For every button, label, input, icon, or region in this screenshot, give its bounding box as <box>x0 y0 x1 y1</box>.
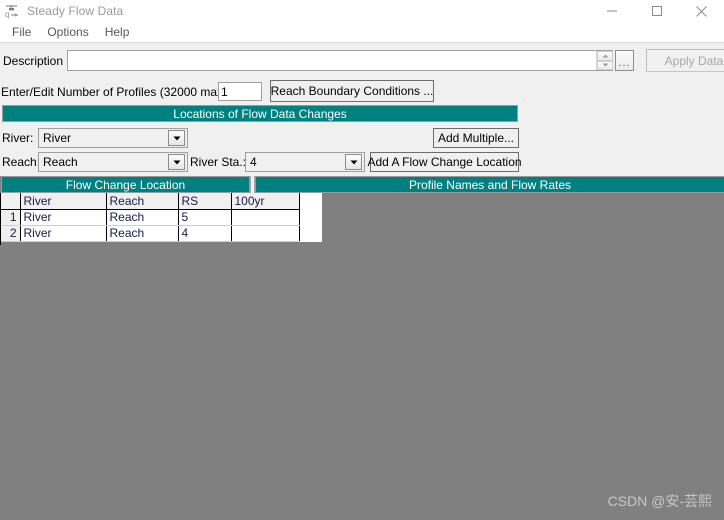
description-spinner[interactable] <box>596 51 613 70</box>
flow-data-grid-area: Flow Change Location Profile Names and F… <box>0 176 724 520</box>
column-header-rs[interactable]: RS <box>178 193 232 210</box>
cell-flow-100yr[interactable] <box>231 225 300 242</box>
flow-change-table: River Reach RS 100yr 1 River Reach 5 2 R… <box>0 193 300 242</box>
client-area: Description : ... Apply Data Enter/Edit … <box>0 42 724 520</box>
cell-rs[interactable]: 4 <box>178 225 232 242</box>
table-corner-cell <box>0 193 21 210</box>
menu-bar: File Options Help <box>0 22 724 42</box>
cell-river[interactable]: River <box>20 225 107 242</box>
river-sta-label: River Sta.: <box>190 155 247 169</box>
cell-river[interactable]: River <box>20 209 107 226</box>
spinner-up-icon[interactable] <box>597 51 613 61</box>
description-input-wrap <box>67 50 613 71</box>
locations-group-title: Locations of Flow Data Changes <box>173 106 347 121</box>
maximize-icon[interactable] <box>634 0 679 22</box>
description-row: Description : ... Apply Data <box>0 48 724 74</box>
table-row[interactable]: 2 River Reach 4 <box>0 225 300 242</box>
column-header-river[interactable]: River <box>20 193 107 210</box>
window-controls <box>589 0 724 22</box>
menu-item-options[interactable]: Options <box>39 23 96 41</box>
reach-boundary-conditions-label: Reach Boundary Conditions ... <box>270 84 434 98</box>
chevron-down-icon[interactable] <box>168 154 185 170</box>
add-multiple-label: Add Multiple... <box>437 131 515 145</box>
steady-flow-data-window: q Steady Flow Data File Options Help Des… <box>0 0 724 520</box>
profiles-label: Enter/Edit Number of Profiles (32000 max… <box>1 85 231 99</box>
table-header-row: River Reach RS 100yr <box>0 193 300 210</box>
grid-left-border <box>0 193 1 245</box>
flow-change-table-wrap: River Reach RS 100yr 1 River Reach 5 2 R… <box>0 193 322 242</box>
description-input[interactable] <box>68 51 596 70</box>
column-header-100yr[interactable]: 100yr <box>231 193 300 210</box>
add-flow-change-location-label: Add A Flow Change Location <box>367 155 522 169</box>
table-row[interactable]: 1 River Reach 5 <box>0 209 300 226</box>
profiles-row: Enter/Edit Number of Profiles (32000 max… <box>0 80 724 104</box>
title-bar: q Steady Flow Data <box>0 0 724 22</box>
apply-data-label: Apply Data <box>664 53 724 68</box>
menu-item-file[interactable]: File <box>4 23 39 41</box>
river-label: River: <box>2 131 34 145</box>
minimize-icon[interactable] <box>589 0 634 22</box>
chevron-down-icon[interactable] <box>345 154 362 170</box>
cell-reach[interactable]: Reach <box>106 209 179 226</box>
reach-label: Reach: <box>2 155 41 169</box>
river-sta-select-value: 4 <box>250 155 257 169</box>
chevron-down-icon[interactable] <box>168 130 185 146</box>
close-icon[interactable] <box>679 0 724 22</box>
cell-reach[interactable]: Reach <box>106 225 179 242</box>
add-flow-change-location-button[interactable]: Add A Flow Change Location <box>367 152 522 172</box>
menu-item-help[interactable]: Help <box>97 23 138 41</box>
reach-boundary-conditions-button[interactable]: Reach Boundary Conditions ... <box>270 80 434 102</box>
grid-header-right-label: Profile Names and Flow Rates <box>408 177 572 192</box>
river-select-value: River <box>43 131 72 145</box>
grid-header-profile-names: Profile Names and Flow Rates <box>255 176 724 193</box>
svg-text:q: q <box>5 10 9 19</box>
profiles-count-input[interactable] <box>218 82 262 101</box>
watermark: CSDN @安-芸熙 <box>607 493 712 509</box>
locations-group-header: Locations of Flow Data Changes <box>2 105 518 122</box>
cell-rs[interactable]: 5 <box>178 209 232 226</box>
apply-data-button[interactable]: Apply Data <box>646 49 724 72</box>
add-multiple-button[interactable]: Add Multiple... <box>433 128 519 148</box>
grid-header-left-label: Flow Change Location <box>65 177 186 192</box>
description-label: Description : <box>3 54 70 68</box>
spinner-down-icon[interactable] <box>597 60 613 70</box>
cell-flow-100yr[interactable] <box>231 209 300 226</box>
grid-header-flow-change-location: Flow Change Location <box>1 176 250 193</box>
column-header-reach[interactable]: Reach <box>106 193 179 210</box>
steady-flow-icon: q <box>3 2 21 20</box>
description-browse-label: ... <box>618 57 631 69</box>
river-sta-select[interactable]: 4 <box>245 152 365 172</box>
row-number[interactable]: 2 <box>0 225 21 242</box>
row-number[interactable]: 1 <box>0 209 21 226</box>
window-title: Steady Flow Data <box>27 4 124 18</box>
reach-select[interactable]: Reach <box>38 152 188 172</box>
reach-select-value: Reach <box>43 155 78 169</box>
river-select[interactable]: River <box>38 128 188 148</box>
description-browse-button[interactable]: ... <box>615 50 634 71</box>
grid-header-row: Flow Change Location Profile Names and F… <box>0 176 724 194</box>
